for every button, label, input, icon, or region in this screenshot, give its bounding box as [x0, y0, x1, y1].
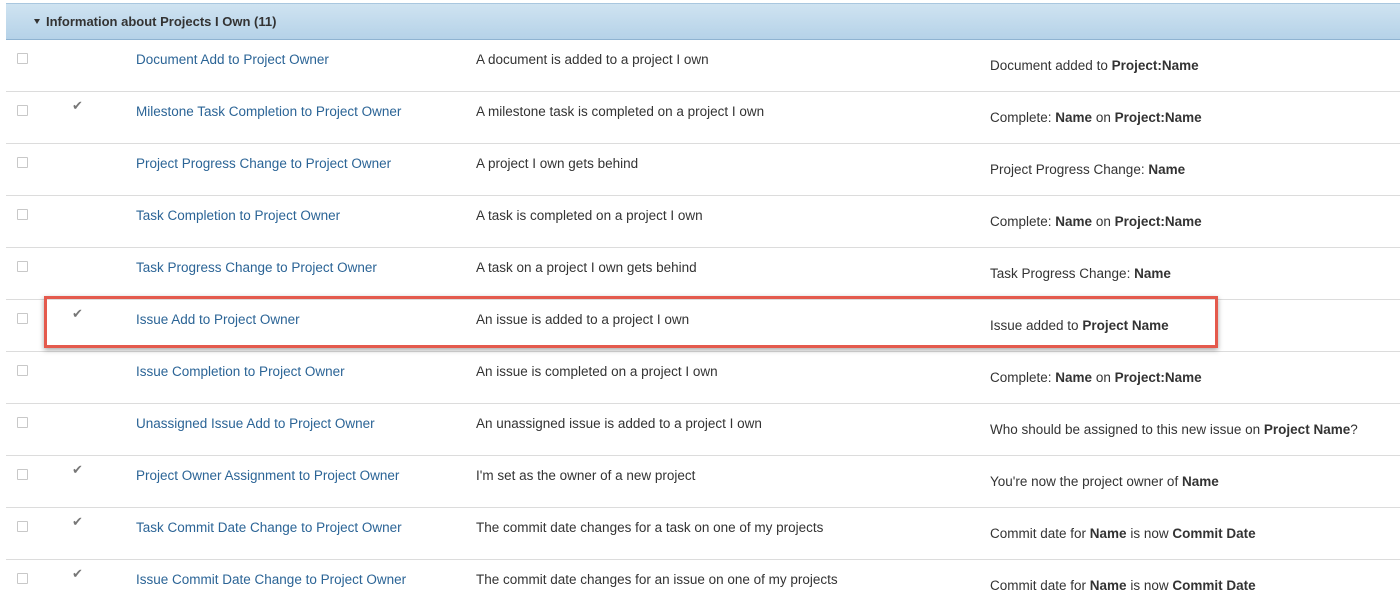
- notification-description: The commit date changes for a task on on…: [476, 520, 824, 535]
- row-checkbox[interactable]: [17, 53, 28, 64]
- notification-subject: Complete: Name on Project:Name: [990, 370, 1202, 385]
- section-title: Information about Projects I Own (11): [46, 14, 277, 29]
- notification-subject: Complete: Name on Project:Name: [990, 110, 1202, 125]
- subject-text: Complete:: [990, 370, 1056, 385]
- subject-text: on: [1092, 214, 1115, 229]
- table-row: Project Progress Change to Project Owner…: [6, 144, 1400, 196]
- caret-down-icon[interactable]: [34, 19, 40, 24]
- row-checkbox[interactable]: [17, 313, 28, 324]
- subject-field-token: Project:Name: [1111, 58, 1199, 73]
- notification-description: An unassigned issue is added to a projec…: [476, 416, 762, 431]
- row-checkbox[interactable]: [17, 417, 28, 428]
- subject-text: is now: [1126, 526, 1173, 541]
- subject-field-token: Project Name: [1263, 422, 1351, 437]
- subject-text: Commit date for: [990, 526, 1090, 541]
- subject-text: You're now the project owner of: [990, 474, 1182, 489]
- subject-text: Who should be assigned to this new issue…: [990, 422, 1264, 437]
- notification-name-link[interactable]: Project Owner Assignment to Project Owne…: [136, 468, 399, 483]
- notification-description: An issue is completed on a project I own: [476, 364, 718, 379]
- subject-field-token: Name: [1089, 526, 1127, 541]
- notification-subject: Commit date for Name is now Commit Date: [990, 578, 1256, 593]
- subject-field-token: Name: [1089, 578, 1127, 593]
- subject-field-token: Project:Name: [1114, 110, 1202, 125]
- subject-field-token: Project:Name: [1114, 370, 1202, 385]
- subject-text: Task Progress Change:: [990, 266, 1135, 281]
- notification-description: A milestone task is completed on a proje…: [476, 104, 765, 119]
- subject-text: Issue added to: [990, 318, 1083, 333]
- notification-description: The commit date changes for an issue on …: [476, 572, 838, 587]
- subject-text: ?: [1350, 422, 1358, 437]
- checkmark-icon: ✔: [72, 307, 83, 322]
- notification-description: I'm set as the owner of a new project: [476, 468, 696, 483]
- subject-field-token: Name: [1055, 214, 1093, 229]
- row-checkbox[interactable]: [17, 157, 28, 168]
- notification-name-link[interactable]: Task Completion to Project Owner: [136, 208, 340, 223]
- table-row: ✔ Project Owner Assignment to Project Own…: [6, 456, 1400, 508]
- row-checkbox[interactable]: [17, 261, 28, 272]
- subject-text: Document added to: [990, 58, 1112, 73]
- table-row: ✔ Milestone Task Completion to Project Ow…: [6, 92, 1400, 144]
- notification-name-link[interactable]: Task Progress Change to Project Owner: [136, 260, 377, 275]
- row-checkbox[interactable]: [17, 209, 28, 220]
- notification-subject: Who should be assigned to this new issue…: [990, 422, 1358, 437]
- notification-subject: Issue added to Project Name: [990, 318, 1169, 333]
- checkmark-icon: ✔: [72, 567, 83, 582]
- subject-text: Project Progress Change:: [990, 162, 1149, 177]
- notification-subject: You're now the project owner of Name: [990, 474, 1219, 489]
- notification-description: A task is completed on a project I own: [476, 208, 703, 223]
- subject-field-token: Name: [1055, 370, 1093, 385]
- section-header[interactable]: Information about Projects I Own (11): [6, 3, 1400, 40]
- notification-name-link[interactable]: Issue Completion to Project Owner: [136, 364, 345, 379]
- subject-field-token: Commit Date: [1172, 526, 1256, 541]
- notification-description: A document is added to a project I own: [476, 52, 709, 67]
- notification-name-link[interactable]: Issue Add to Project Owner: [136, 312, 300, 327]
- subject-text: is now: [1126, 578, 1173, 593]
- table-row: ✔ Issue Add to Project Owner An issue is a…: [6, 300, 1400, 352]
- subject-field-token: Commit Date: [1172, 578, 1256, 593]
- notification-subject: Project Progress Change: Name: [990, 162, 1185, 177]
- subject-text: Complete:: [990, 214, 1056, 229]
- table-row: ✔ Task Commit Date Change to Project Owne…: [6, 508, 1400, 560]
- notification-name-link[interactable]: Task Commit Date Change to Project Owner: [136, 520, 402, 535]
- row-checkbox[interactable]: [17, 365, 28, 376]
- subject-field-token: Name: [1181, 474, 1219, 489]
- table-row: Issue Completion to Project Owner An issu…: [6, 352, 1400, 404]
- subject-field-token: Project Name: [1082, 318, 1169, 333]
- notification-subject: Complete: Name on Project:Name: [990, 214, 1202, 229]
- notification-name-link[interactable]: Milestone Task Completion to Project Own…: [136, 104, 401, 119]
- subject-text: Complete:: [990, 110, 1056, 125]
- notification-description: An issue is added to a project I own: [476, 312, 690, 327]
- subject-field-token: Name: [1134, 266, 1171, 281]
- table-row: Document Add to Project Owner A document …: [6, 40, 1400, 92]
- notification-subject: Commit date for Name is now Commit Date: [990, 526, 1256, 541]
- checkmark-icon: ✔: [72, 463, 83, 478]
- subject-text: on: [1092, 370, 1115, 385]
- notification-subject: Task Progress Change: Name: [990, 266, 1171, 281]
- notification-subject: Document added to Project:Name: [990, 58, 1199, 73]
- notification-name-link[interactable]: Project Progress Change to Project Owner: [136, 156, 391, 171]
- row-checkbox[interactable]: [17, 521, 28, 532]
- notification-description: A task on a project I own gets behind: [476, 260, 697, 275]
- table-row: Unassigned Issue Add to Project Owner An …: [6, 404, 1400, 456]
- subject-field-token: Name: [1148, 162, 1186, 177]
- table-row: ✔ Issue Commit Date Change to Project Own…: [6, 560, 1400, 612]
- subject-field-token: Project:Name: [1114, 214, 1202, 229]
- checkmark-icon: ✔: [72, 515, 83, 530]
- row-checkbox[interactable]: [17, 469, 28, 480]
- checkmark-icon: ✔: [72, 99, 83, 114]
- table-row: Task Completion to Project Owner A task i…: [6, 196, 1400, 248]
- row-checkbox[interactable]: [17, 573, 28, 584]
- subject-text: on: [1092, 110, 1115, 125]
- notification-list: Document Add to Project Owner A document …: [6, 40, 1400, 612]
- subject-field-token: Name: [1055, 110, 1093, 125]
- notification-name-link[interactable]: Unassigned Issue Add to Project Owner: [136, 416, 375, 431]
- row-checkbox[interactable]: [17, 105, 28, 116]
- notification-description: A project I own gets behind: [476, 156, 639, 171]
- table-row: Task Progress Change to Project Owner A t…: [6, 248, 1400, 300]
- notification-name-link[interactable]: Document Add to Project Owner: [136, 52, 329, 67]
- subject-text: Commit date for: [990, 578, 1090, 593]
- notification-name-link[interactable]: Issue Commit Date Change to Project Owne…: [136, 572, 406, 587]
